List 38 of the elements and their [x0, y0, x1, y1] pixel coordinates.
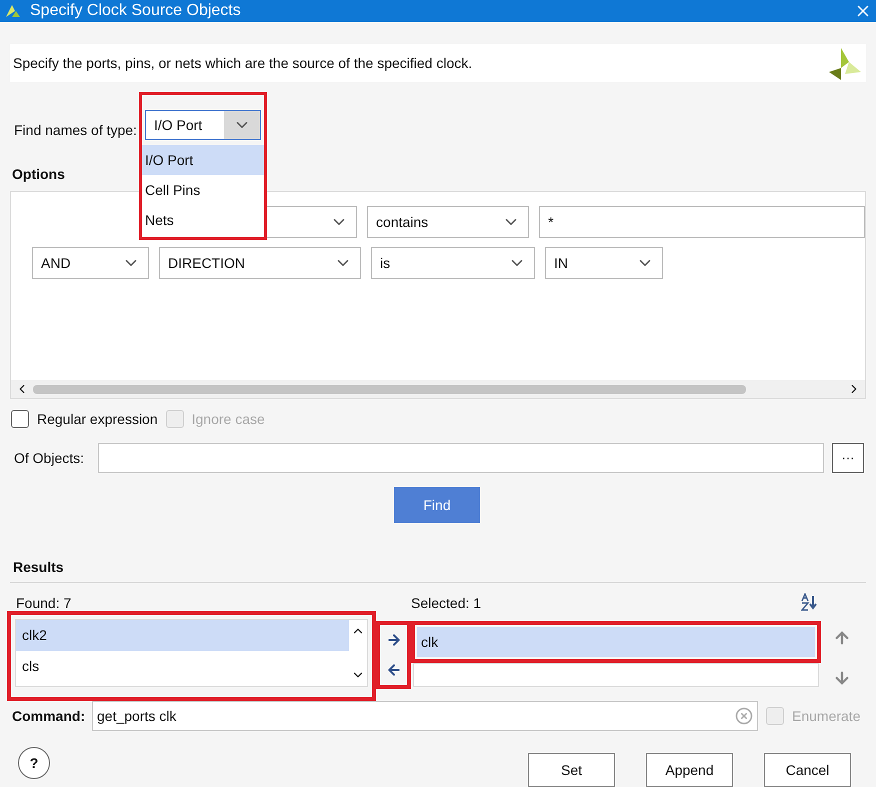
field-label: Find names of type:: [14, 120, 137, 140]
dialog-button[interactable]: Append: [646, 753, 733, 787]
find-button[interactable]: Find: [394, 487, 480, 523]
description-text: Specify the ports, pins, or nets which are the source of the specified clock.: [13, 54, 472, 73]
dropdown[interactable]: contains: [367, 206, 530, 238]
checkbox-label: Regular expression: [37, 410, 158, 429]
field-label: Of Objects:: [14, 448, 86, 468]
section-title: Options: [12, 165, 66, 184]
found-count: Found: 7: [16, 594, 72, 613]
logo-icon: [4, 3, 22, 19]
dropdown-option[interactable]: I/O Port: [142, 145, 264, 175]
value-field[interactable]: *: [539, 206, 865, 238]
checkbox[interactable]: [11, 410, 29, 428]
arrow-left-icon[interactable]: [386, 662, 402, 678]
browse-button[interactable]: ···: [832, 443, 864, 473]
checkbox-label: Ignore case: [192, 410, 265, 429]
list-item[interactable]: clk: [417, 627, 815, 657]
horizontal-scrollbar[interactable]: [11, 380, 865, 398]
selected-count: Selected: 1: [411, 594, 482, 613]
arrow-right-icon[interactable]: [386, 632, 402, 648]
list-item[interactable]: clk2: [16, 620, 349, 651]
dropdown[interactable]: is: [371, 247, 535, 279]
window-title: Specify Clock Source Objects: [30, 1, 241, 21]
command-field[interactable]: get_ports clk: [92, 701, 758, 731]
dropdown[interactable]: DIRECTION: [159, 247, 361, 279]
dialog-button[interactable]: Cancel: [764, 753, 851, 787]
dropdown[interactable]: AND: [32, 247, 149, 279]
objects-field[interactable]: [98, 443, 824, 473]
type-dropdown[interactable]: I/O Port: [144, 110, 261, 140]
dropdown[interactable]: IN: [545, 247, 663, 279]
logo-icon: [827, 46, 863, 80]
section-title: Results: [13, 558, 64, 577]
sort-icon[interactable]: [801, 593, 817, 611]
checkbox-label: Enumerate: [792, 706, 860, 726]
arrow-down-icon[interactable]: [833, 669, 851, 687]
dialog-button[interactable]: Set: [528, 753, 615, 787]
field-label: Command:: [12, 706, 86, 726]
help-button[interactable]: ?: [18, 747, 50, 779]
